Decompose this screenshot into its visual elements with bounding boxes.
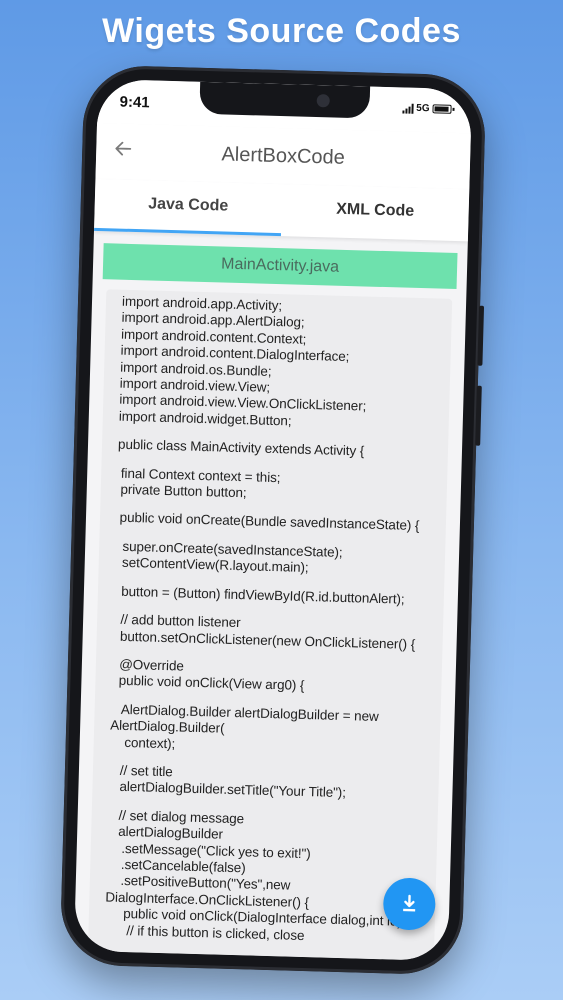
- tab-bar: Java Code XML Code: [94, 178, 470, 242]
- battery-icon: [432, 104, 452, 114]
- arrow-left-icon[interactable]: [114, 137, 133, 163]
- tab-java-code[interactable]: Java Code: [94, 179, 282, 236]
- file-name-banner: MainActivity.java: [102, 243, 458, 290]
- side-button: [477, 305, 485, 366]
- app-bar: AlertBoxCode: [95, 122, 471, 190]
- signal-icon: [402, 103, 414, 114]
- phone-frame: 9:41 5G AlertBoxCode Java Code XML Code …: [59, 64, 487, 976]
- download-icon: [403, 894, 416, 912]
- status-indicators: 5G: [402, 102, 452, 114]
- network-type: 5G: [416, 102, 430, 115]
- app-title: AlertBoxCode: [221, 142, 346, 169]
- tab-xml-code[interactable]: XML Code: [281, 184, 469, 241]
- code-view[interactable]: import android.app.Activity; import andro…: [87, 289, 453, 961]
- side-button: [475, 385, 482, 446]
- headline: Wigets Source Codes: [102, 12, 461, 50]
- phone-screen: 9:41 5G AlertBoxCode Java Code XML Code …: [73, 78, 473, 962]
- notch: [199, 81, 371, 119]
- status-time: 9:41: [119, 93, 150, 112]
